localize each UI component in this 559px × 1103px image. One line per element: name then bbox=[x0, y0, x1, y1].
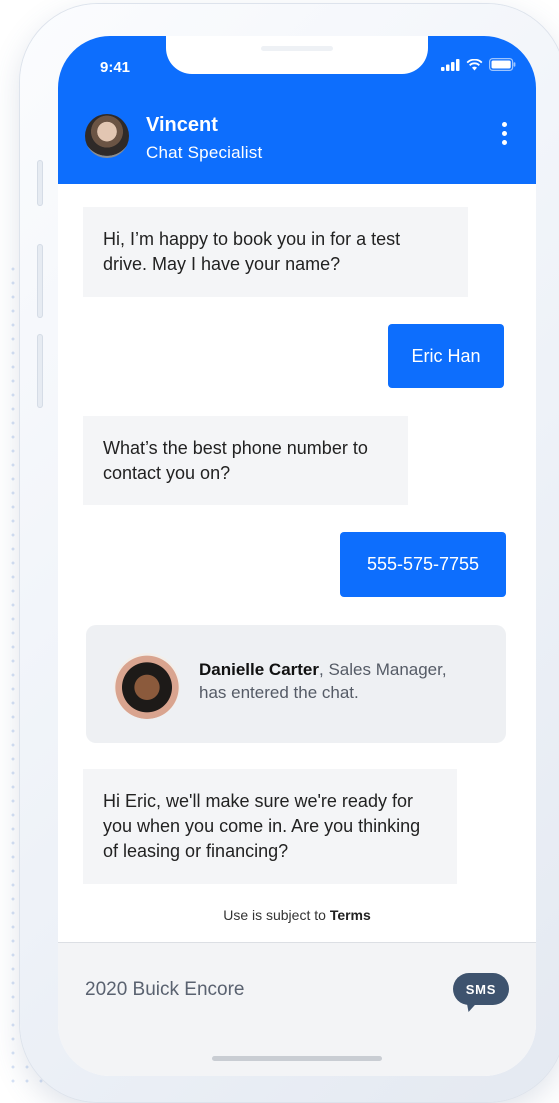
notch bbox=[166, 36, 428, 74]
notice-role: Sales Manager, bbox=[323, 660, 447, 679]
notice-name: Danielle Carter bbox=[199, 660, 319, 679]
message-text: Hi, I’m happy to book you in for a test … bbox=[103, 229, 401, 274]
message-input[interactable]: 2020 Buick Encore bbox=[85, 979, 245, 1001]
agent-role: Chat Specialist bbox=[146, 143, 263, 162]
sms-button-label: SMS bbox=[465, 981, 497, 997]
signal-icon bbox=[441, 58, 460, 71]
bot-message: What’s the best phone number to contact … bbox=[83, 416, 408, 505]
message-text: What’s the best phone number to contact … bbox=[103, 437, 368, 483]
message-text: 555-575-7755 bbox=[366, 554, 480, 574]
status-time: 9:41 bbox=[100, 59, 131, 76]
chat-header: Vincent Chat Specialist bbox=[58, 88, 536, 184]
kebab-menu-icon[interactable] bbox=[502, 122, 508, 149]
speaker-grille bbox=[261, 46, 333, 51]
bot-message: Hi, I’m happy to book you in for a test … bbox=[83, 207, 468, 297]
terms-prefix: Use is subject to bbox=[223, 907, 330, 923]
volume-up-button bbox=[37, 244, 43, 318]
battery-icon bbox=[489, 58, 516, 71]
sales-manager-avatar bbox=[114, 653, 180, 719]
agent-avatar bbox=[85, 114, 129, 158]
volume-down-button bbox=[37, 334, 43, 408]
wifi-icon bbox=[466, 58, 483, 70]
mute-switch bbox=[37, 160, 43, 206]
terms-notice: Use is subject to Terms bbox=[58, 907, 536, 923]
home-indicator[interactable] bbox=[212, 1056, 382, 1061]
user-message: Eric Han bbox=[388, 324, 504, 388]
bot-message: Hi Eric, we'll make sure we're ready for… bbox=[83, 769, 457, 884]
notice-message: has entered the chat. bbox=[199, 683, 359, 702]
sms-bubble-tail bbox=[463, 1001, 479, 1012]
message-text: Eric Han bbox=[411, 346, 481, 366]
user-message: 555-575-7755 bbox=[340, 532, 506, 597]
phone-screen: 9:41 Vincent Chat Specialist Hi, I’m hap… bbox=[58, 36, 536, 1076]
status-icons bbox=[441, 58, 516, 71]
message-text: Hi Eric, we'll make sure we're ready for… bbox=[103, 791, 421, 861]
sms-button[interactable]: SMS bbox=[453, 973, 509, 1005]
notice-text: Danielle Carter, Sales Manager, has ente… bbox=[199, 660, 447, 702]
terms-link[interactable]: Terms bbox=[330, 907, 371, 923]
agent-joined-notice: Danielle Carter, Sales Manager, has ente… bbox=[86, 625, 506, 743]
agent-name: Vincent bbox=[146, 114, 218, 136]
